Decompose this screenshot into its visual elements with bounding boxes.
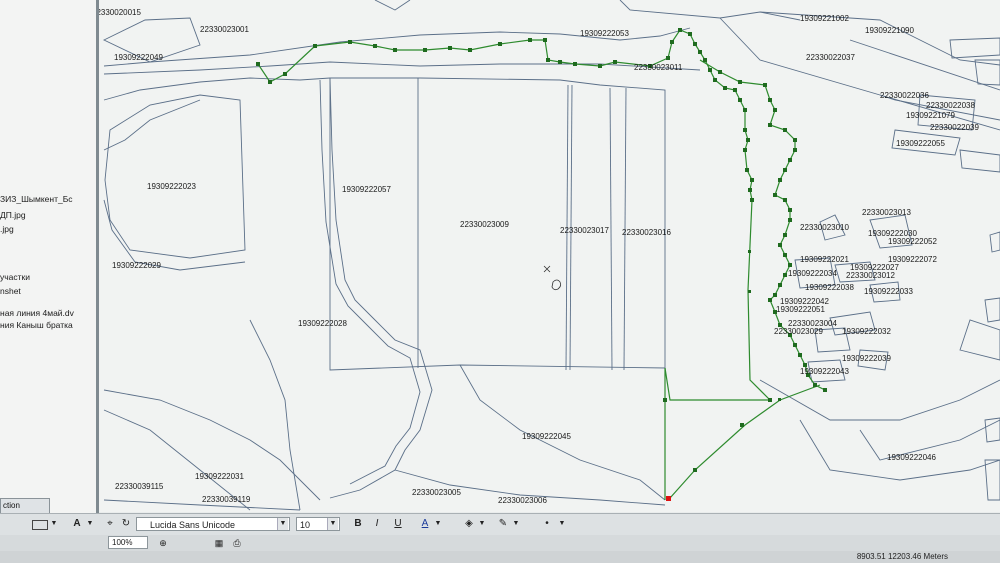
cadastral-map: 22330020015 22330023001 19309222049 1930… [99, 0, 1000, 511]
parcel-label: 22330023012 [846, 271, 895, 280]
parcel-label: 19309222051 [776, 305, 825, 314]
parcel-label: 19309222049 [114, 53, 163, 62]
parcel-label: 22330020015 [99, 8, 141, 17]
draw-toolbar: ▼ A ▼ ⌖ ↻ Lucida Sans Unicode ▼ 10 ▼ B I… [0, 513, 1000, 536]
rectangle-icon[interactable] [32, 520, 48, 530]
parcel-label: 19309222038 [805, 283, 854, 292]
parcel-label: 19309222053 [580, 29, 629, 38]
parcel-label: 22330023011 [634, 63, 683, 72]
parcel-label: 22330022038 [926, 101, 975, 110]
parcel-label: 19309222043 [800, 367, 849, 376]
fill-color-icon[interactable]: ◈ [462, 517, 476, 531]
toc-tab-selection[interactable]: ction [0, 498, 50, 514]
parcel-label: 19309221079 [906, 111, 955, 120]
parcel-label: 19309222057 [342, 185, 391, 194]
parcel-label: 19309222021 [800, 255, 849, 264]
cursor-crosshair [543, 265, 562, 291]
text-tool-button[interactable]: A [70, 517, 84, 531]
toc-layer-item[interactable]: .jpg [0, 224, 14, 234]
map-view[interactable]: 22330020015 22330023001 19309222049 1930… [99, 0, 1000, 512]
rotate-icon[interactable]: ↻ [120, 517, 132, 531]
chevron-down-icon: ▼ [327, 518, 338, 530]
zoom-value: 100% [112, 538, 133, 547]
parcel-label: 19309222039 [842, 354, 891, 363]
font-name-select[interactable]: Lucida Sans Unicode ▼ [136, 517, 290, 531]
parcel-label: 19309222034 [788, 269, 837, 278]
italic-button[interactable]: I [371, 517, 383, 531]
toc-layer-item[interactable]: ДП.jpg [0, 210, 26, 220]
parcel-label: 22330023009 [460, 220, 509, 229]
toc-layer-item[interactable]: участки [0, 272, 30, 282]
parcel-label: 19309222052 [888, 237, 937, 246]
zoom-icon[interactable]: ⊕ [156, 536, 170, 550]
parcel-label: 22330039115 [115, 482, 164, 491]
parcel-label: 22330022036 [880, 91, 929, 100]
parcel-label: 22330023017 [560, 226, 609, 235]
toc-layer-item[interactable]: ЗИЗ_Шымкент_Бс [0, 194, 73, 204]
parcel-label: 22330022039 [930, 123, 979, 132]
layout-toolbar: 100% ⊕ ▦ ⎙ [0, 535, 1000, 551]
parcel-label: 19309222046 [887, 453, 936, 462]
parcel-label: 19309222031 [195, 472, 244, 481]
chevron-down-icon[interactable]: ▼ [50, 517, 58, 531]
font-size-value: 10 [300, 520, 311, 530]
marker-color-icon[interactable]: • [540, 517, 554, 531]
screen: ЗИЗ_Шымкент_Бс ДП.jpg .jpg участки nshet… [0, 0, 1000, 563]
chevron-down-icon[interactable]: ▼ [86, 517, 94, 531]
parcel-label: 19309222045 [522, 432, 571, 441]
print-icon[interactable]: ⎙ [230, 536, 244, 550]
parcel-label: 22330023001 [200, 25, 249, 34]
underline-button[interactable]: U [392, 517, 404, 531]
parcel-label: 22330023006 [498, 496, 547, 505]
toc-layer-item[interactable]: ная линия 4май.dv [0, 308, 74, 318]
parcel-label: 22330023016 [622, 228, 671, 237]
toc-layer-item[interactable]: ния Каныш братка [0, 320, 73, 330]
edit-vertices-icon[interactable]: ⌖ [104, 517, 116, 531]
parcel-label: 19309222055 [896, 139, 945, 148]
parcel-label: 19309222029 [112, 261, 161, 270]
parcel-label: 22330023005 [412, 488, 461, 497]
bold-button[interactable]: B [352, 517, 364, 531]
font-name-value: Lucida Sans Unicode [150, 520, 236, 530]
parcel-label: 22330023029 [774, 327, 823, 336]
font-size-select[interactable]: 10 ▼ [296, 517, 340, 531]
parcel-label: 22330022037 [806, 53, 855, 62]
chevron-down-icon: ▼ [277, 518, 288, 530]
parcel-label: 19309222033 [864, 287, 913, 296]
coordinate-readout: 8903.51 12203.46 Meters [856, 552, 948, 561]
chevron-down-icon[interactable]: ▼ [558, 517, 566, 531]
status-bar: 8903.51 12203.46 Meters [0, 551, 1000, 563]
table-of-contents-panel: ЗИЗ_Шымкент_Бс ДП.jpg .jpg участки nshet… [0, 0, 99, 515]
line-color-icon[interactable]: ✎ [496, 517, 510, 531]
parcel-label: 22330023013 [862, 208, 911, 217]
chevron-down-icon[interactable]: ▼ [478, 517, 486, 531]
grid-icon[interactable]: ▦ [212, 536, 226, 550]
parcel-label: 19309221090 [865, 26, 914, 35]
parcel-label: 19309222032 [842, 327, 891, 336]
chevron-down-icon[interactable]: ▼ [434, 517, 442, 531]
parcel-label: 22330039119 [202, 495, 251, 504]
parcel-label: 19309222028 [298, 319, 347, 328]
parcel-label: 22330023010 [800, 223, 849, 232]
chevron-down-icon[interactable]: ▼ [512, 517, 520, 531]
zoom-select[interactable]: 100% [108, 536, 148, 549]
font-color-icon[interactable]: A [418, 517, 432, 531]
toc-layer-item[interactable]: nshet [0, 286, 21, 296]
parcel-label: 19309221002 [800, 14, 849, 23]
parcel-label: 19309222023 [147, 182, 196, 191]
